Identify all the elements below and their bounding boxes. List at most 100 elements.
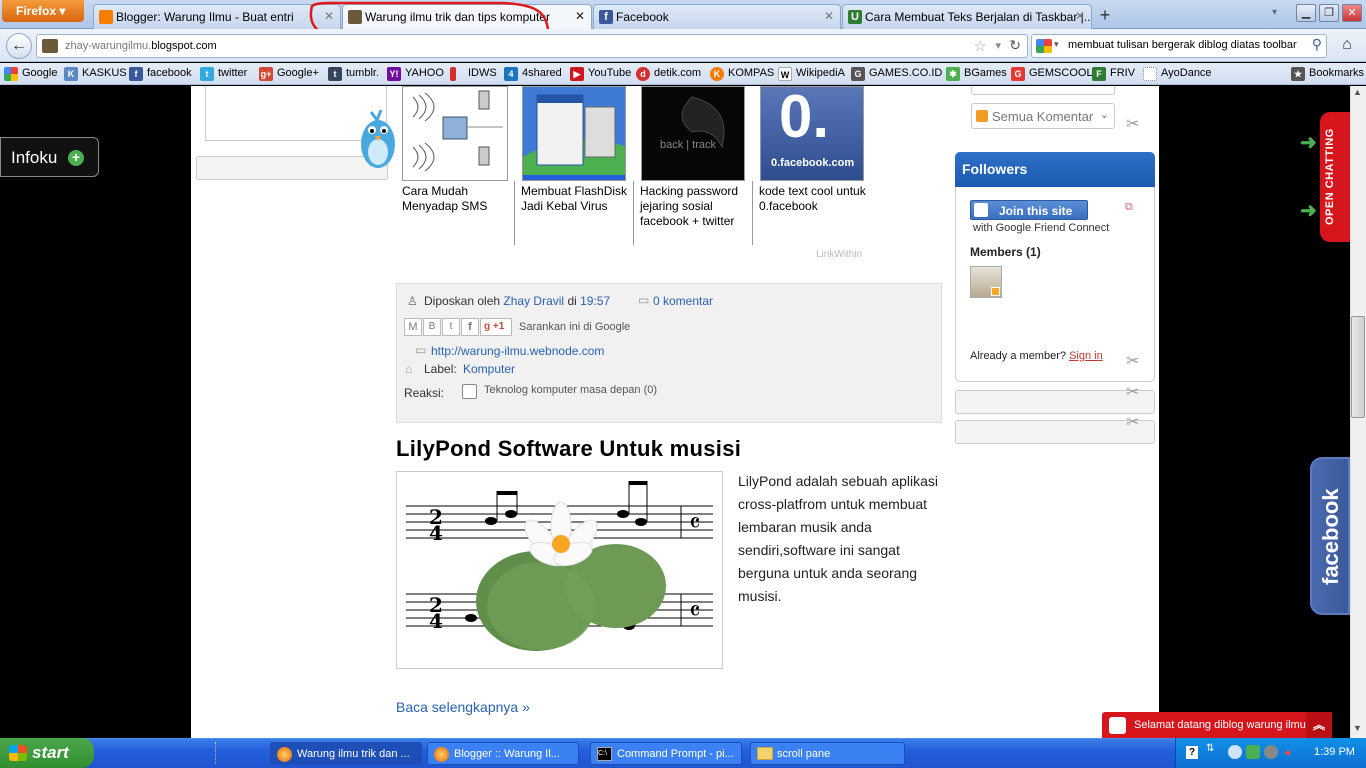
- related-thumb-3[interactable]: back | track: [641, 86, 745, 181]
- join-site-button[interactable]: Join this site: [970, 200, 1088, 220]
- bookmark-youtube[interactable]: ▶ YouTube: [570, 67, 631, 83]
- sign-in-link[interactable]: Sign in: [1069, 350, 1103, 362]
- new-tab-button[interactable]: +: [1093, 5, 1117, 27]
- help-icon[interactable]: ?: [1186, 746, 1198, 759]
- linkwithin-credit[interactable]: LinkWithin: [816, 249, 862, 260]
- bookmark-detik[interactable]: d detik.com: [636, 67, 701, 83]
- related-post-link[interactable]: Hacking password jejaring sosial faceboo…: [640, 184, 750, 229]
- tab-list-icon[interactable]: ▾: [1272, 7, 1277, 18]
- url-bar[interactable]: zhay-warungilmu.blogspot.com ☆ ▾ ↻: [36, 34, 1028, 58]
- comments-link[interactable]: 0 komentar: [653, 294, 713, 308]
- tray-app-icon[interactable]: [1264, 745, 1278, 759]
- bookmark-tumblr[interactable]: t tumblr.: [328, 67, 379, 83]
- search-icon[interactable]: ⚲: [1312, 36, 1322, 53]
- reload-icon[interactable]: ↻: [1009, 37, 1021, 54]
- bookmark-facebook[interactable]: f facebook: [129, 67, 192, 83]
- post-title[interactable]: LilyPond Software Untuk musisi: [396, 436, 741, 462]
- edit-widget-icon[interactable]: ✂: [1126, 114, 1139, 134]
- bookmark-games[interactable]: G GAMES.CO.ID: [851, 67, 942, 83]
- post-time-link[interactable]: 19:57: [580, 294, 610, 308]
- bookmark-4shared[interactable]: 4 4shared: [504, 67, 562, 83]
- volume-icon[interactable]: ◂: [1284, 745, 1290, 759]
- comments-feed-select[interactable]: Semua Komentar ⌄: [971, 103, 1115, 129]
- site-identity-icon[interactable]: [42, 39, 58, 53]
- read-more-link[interactable]: Baca selengkapnya »: [396, 699, 530, 715]
- search-input[interactable]: ▾ membuat tulisan bergerak diblog diatas…: [1031, 34, 1327, 58]
- tray-app-icon[interactable]: [1246, 745, 1260, 759]
- backlink-url[interactable]: http://warung-ilmu.webnode.com: [431, 344, 604, 358]
- firefox-menu-button[interactable]: Firefox ▾: [2, 0, 84, 22]
- close-tab-icon[interactable]: ✕: [1075, 9, 1085, 23]
- related-thumb-2[interactable]: [522, 86, 626, 181]
- engine-dropdown-icon[interactable]: ▾: [1054, 39, 1059, 50]
- author-link[interactable]: Zhay Dravil: [503, 294, 564, 308]
- related-post-link[interactable]: kode text cool untuk 0.facebook: [759, 184, 869, 214]
- taskbar-item-folder[interactable]: scroll pane: [750, 742, 905, 765]
- bookmark-twitter[interactable]: t twitter: [200, 67, 247, 83]
- green-arrow-icon: ➜: [1300, 200, 1317, 222]
- history-dropdown-icon[interactable]: ▾: [995, 39, 1001, 52]
- related-thumb-1[interactable]: [402, 86, 508, 181]
- member-avatar[interactable]: [970, 266, 1002, 298]
- bookmark-googleplus[interactable]: g+ Google+: [259, 67, 319, 83]
- network-icon[interactable]: ⇅: [1206, 743, 1214, 754]
- post-image[interactable]: 2 4 2 4 𝄴 𝄴: [396, 471, 723, 669]
- bookmarks-menu[interactable]: ★ Bookmarks: [1291, 67, 1364, 83]
- facebook-icon: f: [129, 67, 143, 81]
- facebook-like-box-tab[interactable]: facebook: [1310, 457, 1350, 615]
- tab-facebook[interactable]: f Facebook ✕: [593, 4, 841, 29]
- email-share-icon[interactable]: M: [404, 318, 422, 336]
- close-tab-icon[interactable]: ✕: [824, 9, 834, 23]
- reaction-checkbox[interactable]: [462, 384, 477, 399]
- maximize-button[interactable]: ❐: [1319, 4, 1339, 22]
- scroll-up-icon[interactable]: ▲: [1353, 87, 1362, 97]
- bookmark-ayodance[interactable]: AyoDance: [1143, 67, 1212, 83]
- scrollbar-thumb[interactable]: [1351, 316, 1365, 418]
- tab-cara-membuat[interactable]: U Cara Membuat Teks Berjalan di Taskbar …: [842, 4, 1092, 29]
- members-count: Members (1): [970, 245, 1041, 259]
- collapse-up-icon[interactable]: ︽: [1306, 712, 1332, 738]
- welcome-notification-bar[interactable]: Selamat datang diblog warung ilmu ︽: [1102, 712, 1332, 738]
- taskbar-item-blogger[interactable]: Blogger :: Warung Il...: [427, 742, 579, 765]
- minimize-button[interactable]: ▁: [1296, 4, 1316, 22]
- bookmark-wikipedia[interactable]: W WikipediA: [778, 67, 845, 83]
- related-post-link[interactable]: Membuat FlashDisk Jadi Kebal Virus: [521, 184, 631, 214]
- bookmark-friv[interactable]: F FRIV: [1092, 67, 1135, 83]
- url-text: zhay-warungilmu.blogspot.com: [65, 40, 217, 52]
- bookmark-kaskus[interactable]: K KASKUS: [64, 67, 127, 83]
- related-post-link[interactable]: Cara Mudah Menyadap SMS: [402, 184, 512, 214]
- popout-icon[interactable]: ⧉: [1125, 201, 1133, 214]
- post-body-text: LilyPond adalah sebuah aplikasi cross-pl…: [738, 473, 939, 604]
- google-search-engine-icon[interactable]: [1036, 39, 1052, 53]
- infoku-widget[interactable]: Infoku +: [0, 137, 99, 177]
- taskbar-item-cmd[interactable]: C:\ Command Prompt - pi...: [590, 742, 742, 765]
- start-button[interactable]: start: [0, 738, 94, 768]
- home-icon[interactable]: ⌂: [1334, 33, 1360, 59]
- star-bookmark-icon[interactable]: ☆: [974, 37, 987, 55]
- bookmark-yahoo[interactable]: Y! YAHOO: [387, 67, 444, 83]
- edit-widget-icon[interactable]: ✂: [1126, 382, 1139, 402]
- related-thumb-4[interactable]: 0. 0.facebook.com: [760, 86, 864, 181]
- plusone-button[interactable]: g +1: [480, 318, 512, 336]
- bookmark-idws[interactable]: IDWS: [450, 67, 497, 83]
- facebook-share-icon[interactable]: f: [461, 318, 479, 336]
- sidebar-select-partial[interactable]: [971, 86, 1115, 95]
- twitter-share-icon[interactable]: t: [442, 318, 460, 336]
- taskbar-item-firefox[interactable]: Warung ilmu trik dan ...: [270, 742, 422, 765]
- reaction-option-label: Teknolog komputer masa depan (0): [484, 384, 658, 396]
- clock[interactable]: 1:39 PM: [1314, 746, 1355, 758]
- scroll-down-icon[interactable]: ▼: [1353, 723, 1362, 733]
- blogthis-share-icon[interactable]: B: [423, 318, 441, 336]
- bookmark-bgames[interactable]: ✱ BGames: [946, 67, 1007, 83]
- open-chatting-tab[interactable]: OPEN CHATTING: [1320, 112, 1350, 242]
- label-link[interactable]: Komputer: [463, 362, 515, 376]
- author-icon: ♙: [407, 294, 418, 308]
- bookmark-google[interactable]: Google: [4, 67, 57, 83]
- bookmark-gemscool[interactable]: G GEMSCOOL: [1011, 67, 1093, 83]
- back-button[interactable]: ←: [6, 33, 32, 59]
- tray-app-icon[interactable]: [1228, 745, 1242, 759]
- edit-widget-icon[interactable]: ✂: [1126, 351, 1139, 371]
- bookmark-kompas[interactable]: K KOMPAS: [710, 67, 774, 83]
- close-window-button[interactable]: ✕: [1342, 4, 1362, 22]
- edit-widget-icon[interactable]: ✂: [1126, 412, 1139, 432]
